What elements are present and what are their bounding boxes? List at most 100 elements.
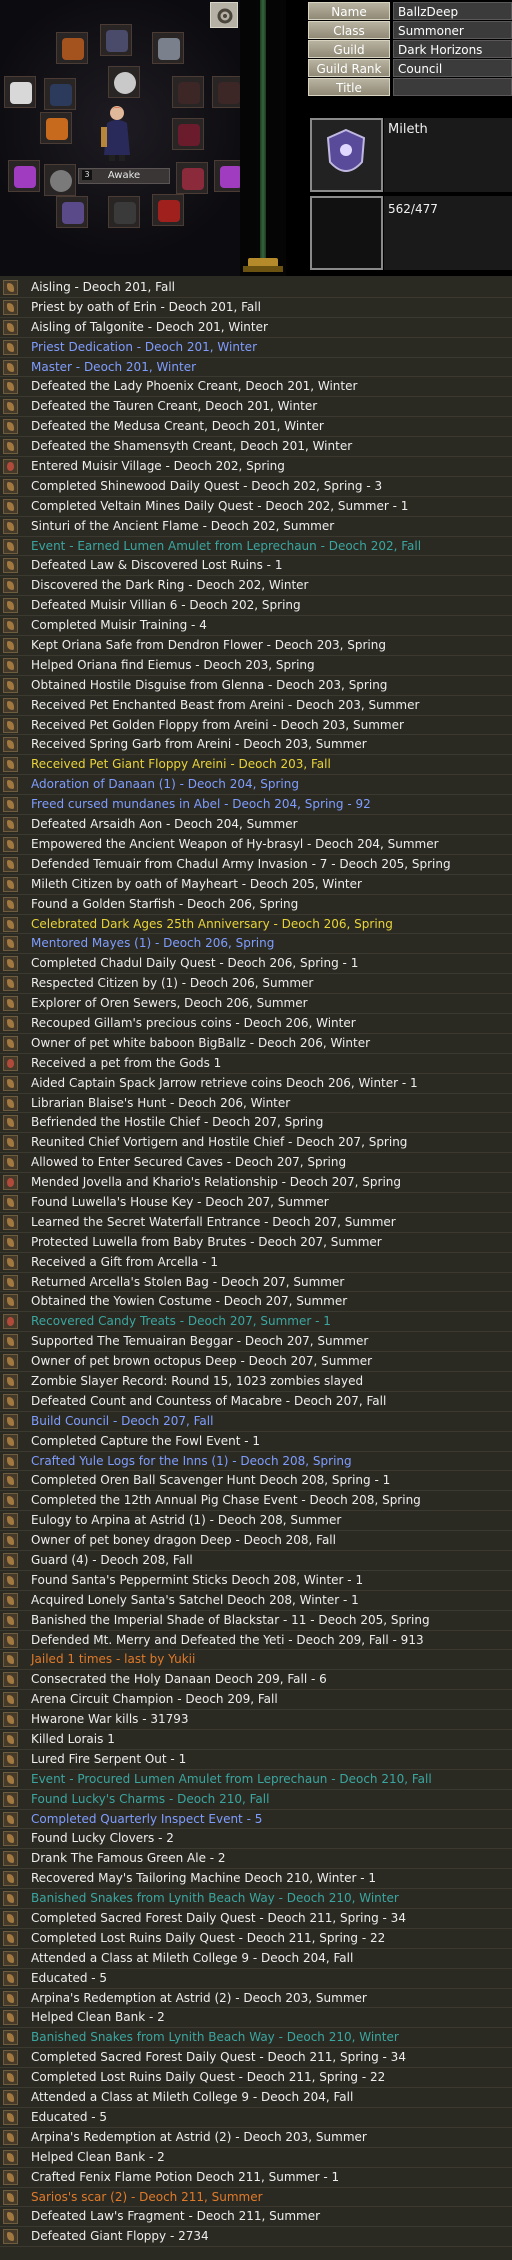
scroll-icon	[3, 1473, 18, 1489]
legend-item: Supported The Temuairan Beggar - Deoch 2…	[0, 1332, 512, 1353]
equipment-slot[interactable]	[40, 112, 72, 144]
scroll-icon	[3, 1533, 18, 1549]
legend-item: Killed Lorais 1	[0, 1730, 512, 1750]
equipment-slot[interactable]	[56, 196, 88, 228]
scroll-icon	[3, 1652, 18, 1668]
scroll-icon	[3, 2010, 18, 2026]
legend-item: Recovered Candy Treats - Deoch 207, Summ…	[0, 1312, 512, 1333]
scroll-icon	[3, 757, 18, 773]
scroll-icon	[3, 1433, 18, 1449]
scroll-icon	[3, 876, 18, 892]
equipment-slot[interactable]	[108, 66, 140, 98]
legend-text: Aided Captain Spack Jarrow retrieve coin…	[31, 1075, 418, 1090]
scroll-icon	[3, 1831, 18, 1847]
equipment-slot[interactable]	[172, 118, 204, 150]
legend-item: Learned the Secret Waterfall Entrance - …	[0, 1213, 512, 1233]
scroll-icon	[3, 498, 18, 514]
scroll-icon	[3, 379, 18, 395]
profile-header: Awake 3 Name BallzDeep Class Summoner Guild D…	[0, 0, 512, 276]
scroll-icon	[3, 1015, 18, 1031]
nation-emblem-icon	[326, 128, 366, 172]
legend-item: Received Spring Garb from Areini - Deoch…	[0, 735, 512, 756]
legend-item: Banished Snakes from Lynith Beach Way - …	[0, 2028, 512, 2049]
scroll-icon	[3, 2209, 18, 2225]
scroll-icon	[3, 359, 18, 375]
scroll-icon	[3, 1294, 18, 1310]
legend-text: Educated - 5	[31, 1970, 108, 1985]
legend-text: Defeated the Medusa Creant, Deoch 201, W…	[31, 419, 324, 434]
scroll-icon	[3, 1354, 18, 1370]
legend-text: Priest by oath of Erin - Deoch 201, Fall	[31, 299, 261, 314]
legend-item: Returned Arcella's Stolen Bag - Deoch 20…	[0, 1273, 512, 1293]
legend-text: Completed Shinewood Daily Quest - Deoch …	[31, 478, 383, 493]
legend-text: Completed Sacred Forest Daily Quest - De…	[31, 1911, 406, 1926]
scroll-icon	[3, 1672, 18, 1688]
stat-label: Class	[308, 21, 390, 39]
gauntlet-icon	[220, 166, 242, 188]
legend-text: Befriended the Hostile Chief - Deoch 207…	[31, 1115, 324, 1130]
legend-item: Received a Gift from Arcella - 1	[0, 1253, 512, 1273]
scroll-icon	[3, 1950, 18, 1966]
equipment-slot[interactable]	[172, 76, 204, 108]
stat-row-name: Name BallzDeep	[308, 2, 512, 21]
legend-item: Educated - 5	[0, 2108, 512, 2128]
options-button[interactable]	[210, 2, 238, 28]
legend-text: Defeated Arsaidh Aon - Deoch 204, Summer	[31, 817, 298, 832]
legend-text: Owner of pet boney dragon Deep - Deoch 2…	[31, 1533, 336, 1548]
equipment-slot[interactable]	[4, 76, 36, 108]
legend-item: Completed Sacred Forest Daily Quest - De…	[0, 1909, 512, 1929]
legend-text: Completed Capture the Fowl Event - 1	[31, 1433, 261, 1448]
scroll-icon	[3, 478, 18, 494]
legend-item: Defeated Arsaidh Aon - Deoch 204, Summer	[0, 815, 512, 835]
legend-text: Received a pet from the Gods 1	[31, 1055, 222, 1070]
scroll-icon	[3, 1891, 18, 1907]
heart-icon	[3, 459, 18, 475]
scroll-icon	[3, 1990, 18, 2006]
scroll-icon	[3, 1612, 18, 1628]
scroll-icon	[3, 1513, 18, 1529]
legend-text: Entered Muisir Village - Deoch 202, Spri…	[31, 459, 285, 474]
legend-text: Aisling of Talgonite - Deoch 201, Winter	[31, 319, 268, 334]
scroll-icon	[3, 936, 18, 952]
scroll-icon	[3, 737, 18, 753]
equipment-slot[interactable]	[8, 160, 40, 192]
scroll-icon	[3, 638, 18, 654]
legend-text: Zombie Slayer Record: Round 15, 1023 zom…	[31, 1373, 364, 1388]
legend-text: Consecrated the Holy Danaan Deoch 209, F…	[31, 1672, 327, 1687]
legend-item: Defeated Muisir Villian 6 - Deoch 202, S…	[0, 596, 512, 617]
scroll-icon	[3, 1712, 18, 1728]
legend-item: Crafted Fenix Flame Potion Deoch 211, Su…	[0, 2168, 512, 2188]
stat-value: Council	[393, 59, 512, 77]
portrait-frame	[310, 196, 383, 270]
equipment-slot[interactable]	[108, 196, 140, 228]
equipment-slot[interactable]	[176, 162, 208, 194]
legend-item: Aisling of Talgonite - Deoch 201, Winter	[0, 318, 512, 338]
equipment-slot[interactable]	[44, 164, 76, 196]
legend-item: Mentored Mayes (1) - Deoch 206, Spring	[0, 934, 512, 955]
scroll-icon	[3, 1453, 18, 1469]
equipment-slot[interactable]	[56, 32, 88, 64]
empty-slot-icon	[178, 82, 200, 104]
scroll-icon	[3, 2229, 18, 2245]
legend-item: Guard (4) - Deoch 208, Fall	[0, 1551, 512, 1571]
legend-text: Attended a Class at Mileth College 9 - D…	[31, 2090, 354, 2105]
equipment-slot[interactable]	[44, 78, 76, 110]
ring-icon	[158, 38, 180, 60]
equipment-slot[interactable]	[152, 32, 184, 64]
legend-item: Obtained Hostile Disguise from Glenna - …	[0, 676, 512, 696]
legend-item: Defeated the Tauren Creant, Deoch 201, W…	[0, 397, 512, 418]
legend-item: Completed Capture the Fowl Event - 1	[0, 1432, 512, 1452]
legend-item: Received Pet Golden Floppy from Areini -…	[0, 716, 512, 736]
equipment-slot[interactable]	[152, 194, 184, 226]
scroll-icon	[3, 1155, 18, 1171]
scroll-icon	[3, 1791, 18, 1807]
legend-text: Banished the Imperial Shade of Blackstar…	[31, 1612, 430, 1627]
greaves-icon	[158, 200, 180, 222]
legend-item: Empowered the Ancient Weapon of Hy-brasy…	[0, 835, 512, 855]
equipment-slot[interactable]	[100, 24, 132, 56]
legend-text: Returned Arcella's Stolen Bag - Deoch 20…	[31, 1274, 345, 1289]
scroll-icon	[3, 1413, 18, 1429]
legend-item: Befriended the Hostile Chief - Deoch 207…	[0, 1113, 512, 1134]
scroll-icon	[3, 1334, 18, 1350]
scroll-icon	[3, 817, 18, 833]
